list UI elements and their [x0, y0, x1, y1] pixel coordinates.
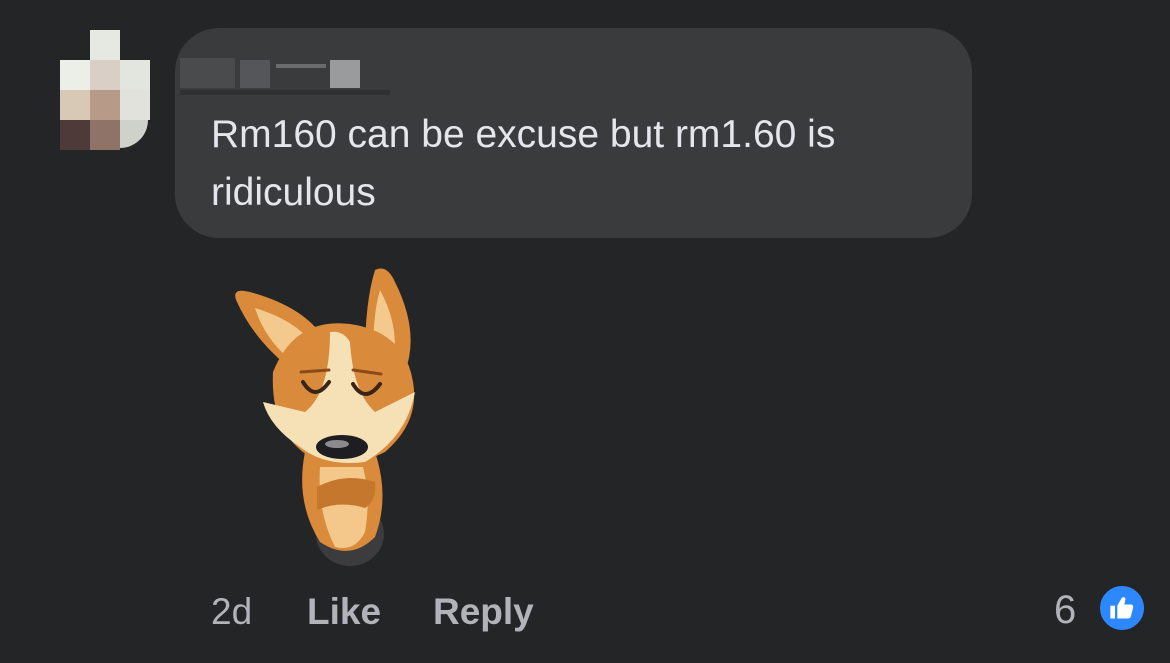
reply-button[interactable]: Reply: [433, 588, 534, 636]
author-name[interactable]: [180, 58, 390, 96]
avatar[interactable]: [60, 30, 155, 150]
corgi-sticker-icon: [225, 262, 440, 572]
like-button[interactable]: Like: [307, 588, 381, 636]
comment-text: Rm160 can be excuse but rm1.60 is ridicu…: [211, 113, 836, 214]
thumbs-up-icon[interactable]: [1097, 583, 1147, 633]
reaction-count[interactable]: 6: [1054, 586, 1076, 634]
comment-timestamp[interactable]: 2d: [211, 588, 252, 636]
